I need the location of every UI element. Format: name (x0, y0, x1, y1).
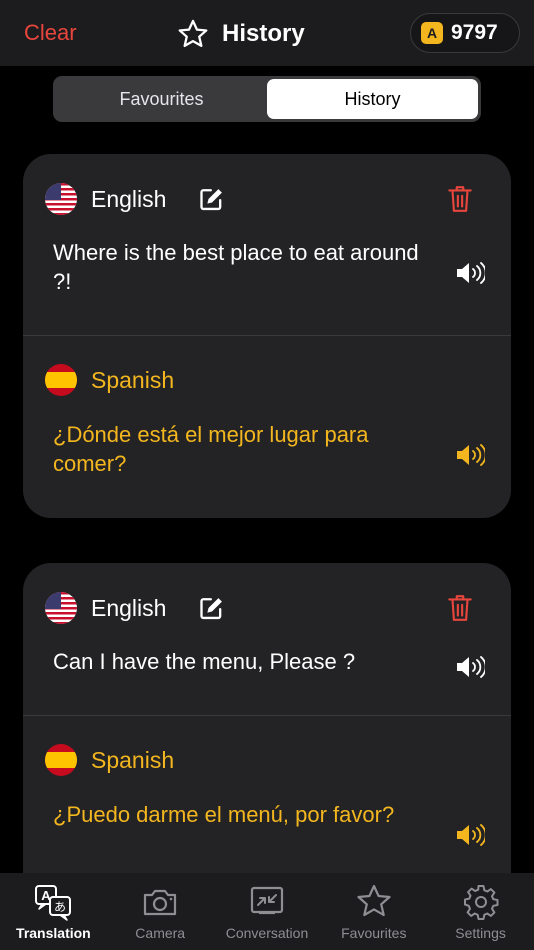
tab-favourites[interactable]: Favourites (320, 873, 427, 950)
tab-favourites[interactable]: Favourites (56, 79, 267, 119)
trash-icon[interactable] (447, 184, 473, 214)
speaker-icon[interactable] (455, 443, 485, 467)
tab-label: Camera (135, 925, 186, 941)
title-group: History (176, 16, 305, 52)
history-segmented-control: Favourites History (53, 76, 481, 122)
target-phrase: ¿Puedo darme el menú, por favor? (53, 802, 395, 827)
tab-translation[interactable]: A あ Translation (0, 873, 107, 950)
star-icon[interactable] (176, 17, 210, 51)
tab-history[interactable]: History (267, 79, 478, 119)
card-divider (23, 715, 511, 716)
gear-icon (463, 885, 499, 920)
tab-label: Conversation (225, 925, 309, 941)
card-divider (23, 335, 511, 336)
source-phrase: Where is the best place to eat around ?! (53, 240, 419, 294)
star-icon (357, 884, 391, 917)
target-language-label: Spanish (91, 366, 175, 393)
edit-icon[interactable] (198, 594, 226, 622)
history-card: English Can I have the menu, Please ? Sp… (23, 563, 511, 893)
translation-icon: A あ (35, 885, 72, 921)
svg-text:あ: あ (54, 900, 66, 914)
tab-conversation[interactable]: Conversation (214, 873, 321, 950)
edit-icon[interactable] (198, 185, 226, 213)
tab-label: Settings (455, 925, 506, 941)
tab-settings[interactable]: Settings (427, 873, 534, 950)
page-title: History (222, 20, 305, 47)
spain-flag-icon (45, 744, 77, 776)
clear-button[interactable]: Clear (24, 20, 77, 46)
bottom-tab-bar: A あ Translation Camera Conversation Favo… (0, 873, 534, 950)
coin-icon: A (421, 22, 443, 44)
trash-icon[interactable] (447, 593, 473, 623)
top-bar: Clear History A 9797 (0, 0, 534, 66)
spain-flag-icon (45, 364, 77, 396)
source-language-label: English (91, 185, 167, 212)
coin-balance[interactable]: A 9797 (410, 13, 520, 53)
speaker-icon[interactable] (455, 655, 485, 679)
source-language-row: English (45, 591, 226, 625)
tab-label: Translation (16, 925, 91, 941)
target-language-row: Spanish (45, 743, 174, 777)
source-language-row: English (45, 182, 226, 216)
camera-icon (144, 889, 177, 916)
history-card: English Where is the best place to eat a… (23, 154, 511, 518)
target-phrase: ¿Dónde está el mejor lugar para comer? (53, 422, 369, 476)
us-flag-icon (45, 592, 77, 624)
source-language-label: English (91, 594, 167, 621)
source-phrase: Can I have the menu, Please ? (53, 649, 356, 674)
tab-camera[interactable]: Camera (107, 873, 214, 950)
us-flag-icon (45, 183, 77, 215)
target-language-row: Spanish (45, 363, 174, 397)
tab-label: Favourites (341, 925, 407, 941)
speaker-icon[interactable] (455, 261, 485, 285)
target-language-label: Spanish (91, 746, 175, 773)
conversation-icon (250, 886, 284, 915)
speaker-icon[interactable] (455, 823, 485, 847)
coin-count: 9797 (451, 21, 498, 44)
